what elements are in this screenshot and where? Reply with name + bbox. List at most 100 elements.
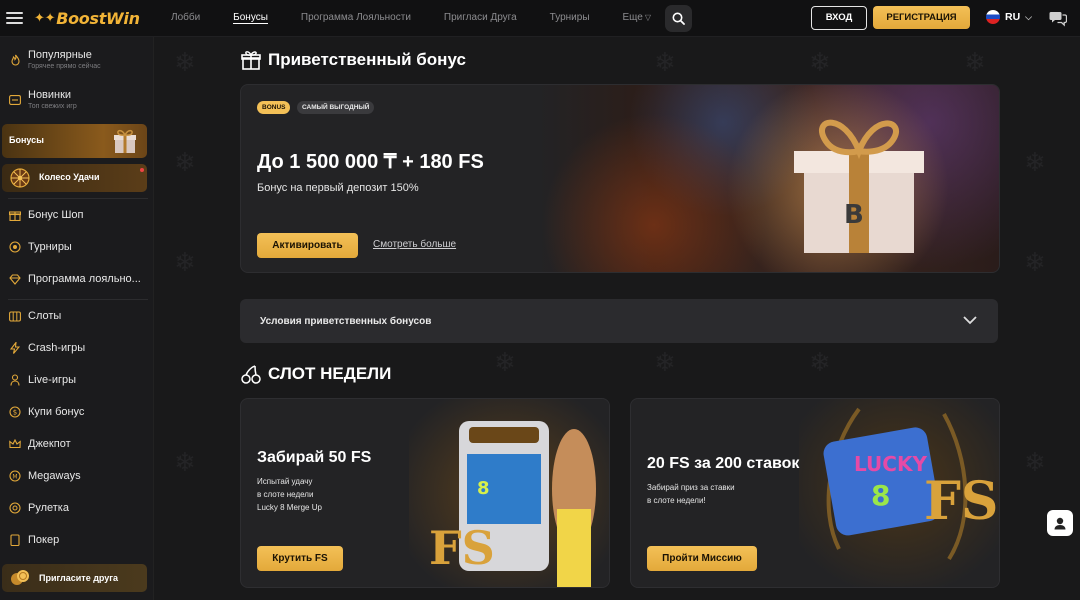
nav-more[interactable]: Еще ▽ xyxy=(623,0,652,36)
snowflake-icon: ❄ xyxy=(964,47,986,77)
sidebar-item-roulette[interactable]: Рулетка xyxy=(0,502,153,514)
sidebar-item-label: Рулетка xyxy=(28,502,69,514)
chat-icon[interactable] xyxy=(1049,9,1067,27)
sidebar-item-invite-friend[interactable]: Пригласите друга xyxy=(2,564,147,592)
snowflake-icon: ❄ xyxy=(1024,247,1046,277)
sidebar-item-bonuses[interactable]: Бонусы xyxy=(2,124,147,158)
sidebar-item-label: Популярные xyxy=(28,49,92,61)
top-bar: ✦✦ BoostWin Лобби Бонусы Программа Лояль… xyxy=(0,0,1080,37)
snowflake-icon: ❄ xyxy=(1024,147,1046,177)
logo-text: BoostWin xyxy=(56,8,140,28)
chevron-down-icon: ⌵ xyxy=(1025,11,1032,22)
activate-button[interactable]: Активировать xyxy=(257,233,358,258)
search-icon xyxy=(672,12,685,25)
sidebar-item-crash[interactable]: Crash-игры xyxy=(0,342,153,354)
sidebar-item-megaways[interactable]: M Megaways xyxy=(0,470,153,482)
tournament-icon xyxy=(9,241,21,253)
new-games-icon xyxy=(9,94,21,106)
sidebar-item-label: Megaways xyxy=(28,470,81,482)
sidebar-item-label: Покер xyxy=(28,534,60,546)
snowflake-icon: ❄ xyxy=(809,347,831,377)
welcome-bonus-banner: B BONUS САМЫЙ ВЫГОДНЫЙ До 1 500 000 ₸ + … xyxy=(240,84,1000,273)
snowflake-icon: ❄ xyxy=(1024,447,1046,477)
coin-icon: $ xyxy=(9,406,21,418)
nav-bonuses[interactable]: Бонусы xyxy=(233,0,268,36)
sidebar-item-label: Live-игры xyxy=(28,374,77,386)
svg-text:B: B xyxy=(844,200,864,230)
slot-logo-image: LUCKY 8 FS xyxy=(799,399,999,587)
slots-icon xyxy=(9,310,21,322)
language-code: RU xyxy=(1005,11,1021,23)
nav-loyalty[interactable]: Программа Лояльности xyxy=(301,0,411,36)
nav-invite-friend[interactable]: Пригласи Друга xyxy=(444,0,517,36)
wheel-of-fortune-icon xyxy=(10,168,30,188)
sidebar-item-sublabel: Топ свежих игр xyxy=(28,103,77,110)
slot-machine-icon: 8 FS xyxy=(409,399,609,587)
sidebar-item-poker[interactable]: Покер xyxy=(0,534,153,546)
nav-more-label: Еще xyxy=(622,12,643,23)
svg-text:M: M xyxy=(12,473,17,480)
welcome-bonus-heading: Приветственный бонус xyxy=(240,49,466,71)
card-title: Забирай 50 FS xyxy=(257,449,372,466)
card-description-line: в слоте недели xyxy=(257,490,314,499)
coins-icon xyxy=(11,570,29,585)
sidebar-item-popular[interactable]: Популярные Горячее прямо сейчас xyxy=(0,49,153,70)
bonus-conditions-accordion[interactable]: Условия приветственных бонусов xyxy=(240,299,998,343)
support-button[interactable] xyxy=(1047,510,1073,536)
megaways-icon: M xyxy=(9,470,21,482)
sidebar-item-label: Бонусы xyxy=(9,135,44,145)
banner-image: B xyxy=(539,85,999,272)
bonus-subline: Бонус на первый депозит 150% xyxy=(257,182,419,194)
notification-dot xyxy=(140,168,144,172)
snowflake-icon: ❄ xyxy=(174,247,196,277)
bonus-badge: BONUS xyxy=(257,101,291,114)
sidebar-item-new[interactable]: Новинки Топ свежих игр xyxy=(0,89,153,110)
cards-icon xyxy=(9,534,21,546)
card-description-line: Lucky 8 Merge Up xyxy=(257,503,322,512)
sidebar-item-loyalty[interactable]: Программа лояльно... xyxy=(0,273,153,285)
login-button[interactable]: ВХОД xyxy=(811,6,867,30)
register-button[interactable]: РЕГИСТРАЦИЯ xyxy=(873,6,970,29)
card-description: Испытай удачу в слоте недели Lucky 8 Mer… xyxy=(257,475,322,514)
menu-icon[interactable] xyxy=(6,9,23,26)
sidebar-item-tournaments[interactable]: Турниры xyxy=(0,241,153,253)
sidebar-item-wheel[interactable]: Колесо Удачи xyxy=(2,164,147,192)
sidebar-item-slots[interactable]: Слоты xyxy=(0,310,153,322)
sidebar-item-label: Новинки xyxy=(28,89,72,101)
mission-button[interactable]: Пройти Миссию xyxy=(647,546,757,571)
search-button[interactable] xyxy=(665,5,692,32)
svg-text:FS: FS xyxy=(429,521,495,575)
svg-text:8: 8 xyxy=(871,479,890,512)
section-title: Приветственный бонус xyxy=(268,50,466,69)
sidebar-divider xyxy=(8,198,148,199)
sidebar-item-label: Бонус Шоп xyxy=(28,209,84,221)
flame-icon xyxy=(9,54,21,66)
nav-lobby[interactable]: Лобби xyxy=(171,0,200,36)
snowflake-icon: ❄ xyxy=(174,447,196,477)
sidebar-item-sublabel: Горячее прямо сейчас xyxy=(28,63,101,70)
best-offer-badge: САМЫЙ ВЫГОДНЫЙ xyxy=(297,101,375,114)
logo[interactable]: ✦✦ BoostWin xyxy=(34,8,140,28)
logo-mark-icon: ✦✦ xyxy=(34,10,56,26)
slot-card-free-spins: 8 FS Забирай 50 FS Испытай удачу в слоте… xyxy=(240,398,610,588)
gift-box-icon xyxy=(114,129,136,153)
card-description-line: Испытай удачу xyxy=(257,477,313,486)
sidebar-item-jackpot[interactable]: Джекпот xyxy=(0,438,153,450)
slot-machine-image: 8 FS xyxy=(409,399,609,587)
sidebar-divider xyxy=(8,299,148,300)
language-selector[interactable]: RU ⌵ xyxy=(986,10,1032,24)
svg-text:FS: FS xyxy=(924,471,998,532)
sidebar-item-buy-bonus[interactable]: $ Купи бонус xyxy=(0,406,153,418)
roulette-icon xyxy=(9,502,21,514)
sidebar-item-bonus-shop[interactable]: Бонус Шоп xyxy=(0,209,153,221)
nav-tournaments[interactable]: Турниры xyxy=(550,0,590,36)
bonus-headline: До 1 500 000 ₸ + 180 FS xyxy=(257,151,484,173)
support-agent-icon xyxy=(1054,517,1066,530)
see-more-link[interactable]: Смотреть больше xyxy=(373,239,456,250)
snowflake-icon: ❄ xyxy=(654,47,676,77)
main-nav: Лобби Бонусы Программа Лояльности Пригла… xyxy=(171,0,684,36)
sidebar-item-label: Crash-игры xyxy=(28,342,86,354)
spin-fs-button[interactable]: Крутить FS xyxy=(257,546,343,571)
sidebar-item-live[interactable]: Live-игры xyxy=(0,374,153,386)
section-title: СЛОТ НЕДЕЛИ xyxy=(268,364,392,383)
